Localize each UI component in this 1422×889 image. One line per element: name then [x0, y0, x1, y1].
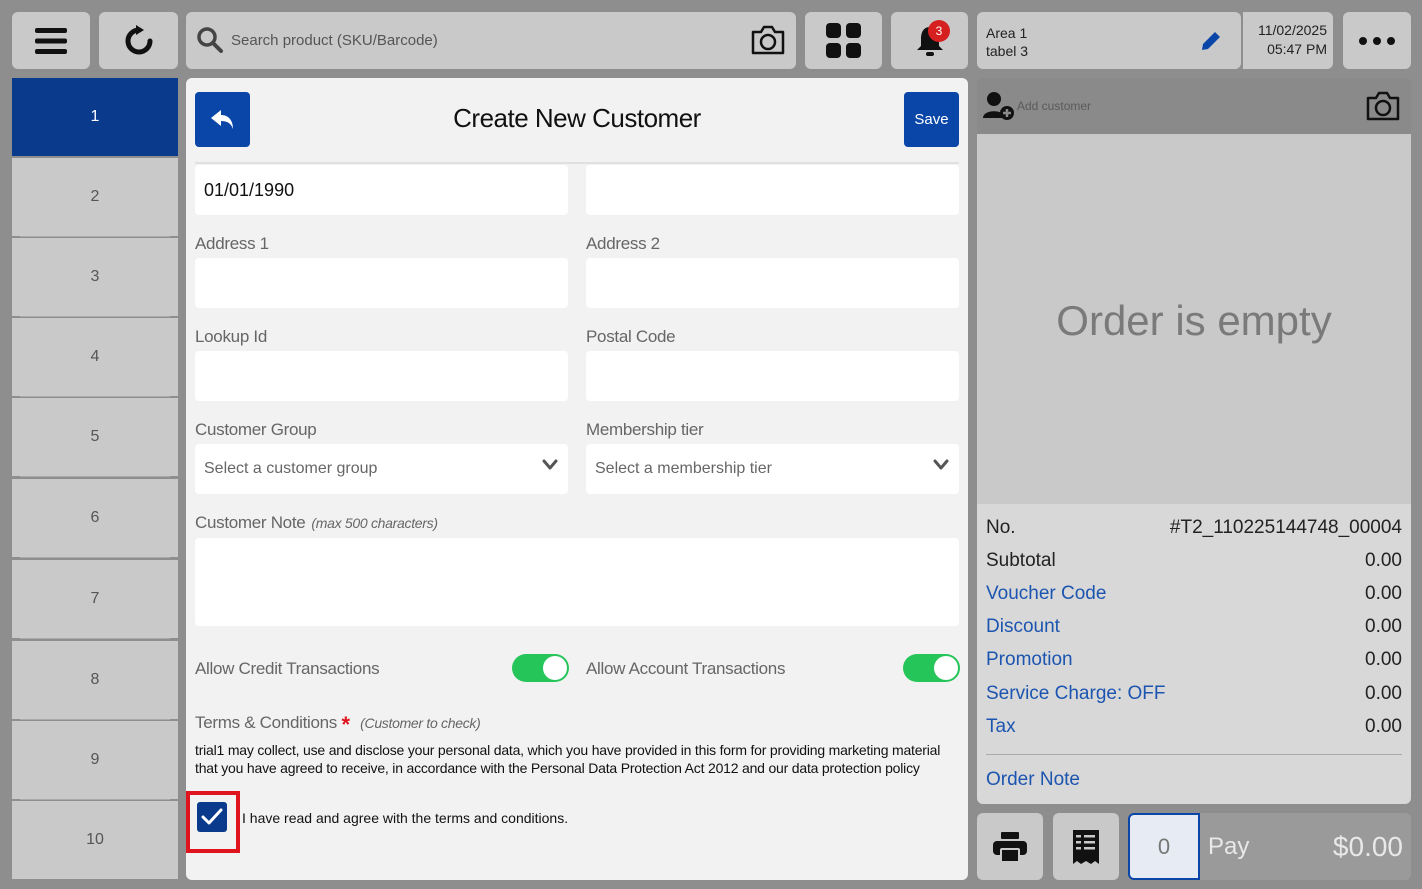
search-icon [197, 27, 223, 53]
table-item-1[interactable]: 1 [12, 78, 178, 156]
address2-label: Address 2 [586, 234, 660, 253]
hamburger-icon [35, 27, 67, 54]
header-divider [195, 162, 959, 164]
add-user-icon [983, 92, 1014, 120]
item-count: 0 [1128, 813, 1200, 880]
chevron-down-icon [933, 459, 949, 470]
customer-note-textarea[interactable] [195, 538, 959, 626]
refresh-icon [125, 24, 152, 54]
customer-note-hint: (max 500 characters) [311, 515, 438, 531]
blank-field[interactable] [586, 165, 959, 215]
summary-divider [986, 754, 1402, 755]
area-table-selector[interactable]: Area 1 tabel 3 [977, 12, 1241, 69]
agree-terms-label: I have read and agree with the terms and… [242, 810, 569, 826]
order-items-area: Order is empty [977, 134, 1411, 504]
camera-icon[interactable] [1365, 90, 1401, 122]
order-note-row[interactable]: Order Note [986, 769, 1402, 791]
camera-icon[interactable] [750, 24, 786, 56]
current-time: 05:47 PM [1267, 41, 1327, 57]
allow-credit-label: Allow Credit Transactions [195, 659, 380, 678]
table-item-4[interactable]: 4 [12, 318, 178, 397]
service-charge-row[interactable]: Service Charge: OFF 0.00 [986, 683, 1402, 705]
more-options-button[interactable] [1343, 12, 1411, 69]
save-button[interactable]: Save [904, 92, 959, 147]
lookup-id-label: Lookup Id [195, 327, 267, 346]
pay-label: Pay [1208, 833, 1250, 860]
tax-row[interactable]: Tax 0.00 [986, 716, 1402, 738]
discount-row[interactable]: Discount 0.00 [986, 616, 1402, 638]
promotion-row[interactable]: Promotion 0.00 [986, 649, 1402, 671]
date-of-birth-field[interactable]: 01/01/1990 [195, 165, 568, 215]
lookup-id-field[interactable] [195, 351, 568, 401]
table-item-5[interactable]: 5 [12, 398, 178, 477]
print-button[interactable] [977, 813, 1043, 880]
apps-grid-button[interactable] [805, 12, 882, 69]
order-empty-text: Order is empty [1056, 297, 1332, 344]
pay-button[interactable]: Pay $0.00 [1200, 813, 1411, 880]
agree-terms-checkbox[interactable] [197, 802, 227, 832]
pencil-icon[interactable] [1199, 29, 1223, 53]
product-search-input[interactable]: Search product (SKU/Barcode) [186, 12, 796, 69]
table-name: tabel 3 [986, 43, 1029, 59]
allow-account-toggle[interactable] [903, 654, 960, 682]
receipt-button[interactable] [1053, 813, 1119, 880]
order-summary: No. #T2_110225144748_00004 Subtotal 0.00 … [977, 504, 1411, 804]
terms-text: trial1 may collect, use and disclose you… [195, 742, 941, 776]
search-placeholder: Search product (SKU/Barcode) [231, 32, 438, 49]
customer-note-label: Customer Note (max 500 characters) [195, 513, 438, 532]
address2-field[interactable] [586, 258, 959, 308]
terms-label: Terms & Conditions * (Customer to check) [195, 712, 481, 737]
subtotal-row: Subtotal 0.00 [986, 550, 1402, 571]
datetime-display: 11/02/2025 05:47 PM [1243, 12, 1333, 69]
customer-group-label: Customer Group [195, 420, 317, 439]
membership-tier-placeholder: Select a membership tier [595, 460, 772, 477]
menu-button[interactable] [12, 12, 90, 69]
grid-icon [825, 22, 861, 58]
refresh-button[interactable] [99, 12, 178, 69]
address1-label: Address 1 [195, 234, 269, 253]
add-customer-placeholder: Add customer [1017, 99, 1092, 113]
order-number-label: No. [986, 517, 1016, 538]
page-title: Create New Customer [453, 103, 701, 133]
order-number-value: #T2_110225144748_00004 [1169, 517, 1402, 538]
address1-field[interactable] [195, 258, 568, 308]
postal-code-field[interactable] [586, 351, 959, 401]
customer-group-select[interactable]: Select a customer group [195, 444, 568, 494]
membership-tier-select[interactable]: Select a membership tier [586, 444, 959, 494]
table-item-3[interactable]: 3 [12, 238, 178, 317]
table-item-7[interactable]: 7 [12, 560, 178, 639]
table-item-9[interactable]: 9 [12, 721, 178, 800]
pay-amount: $0.00 [1332, 831, 1403, 862]
table-item-8[interactable]: 8 [12, 641, 178, 720]
customer-group-placeholder: Select a customer group [204, 460, 378, 477]
voucher-code-row[interactable]: Voucher Code 0.00 [986, 583, 1402, 605]
table-item-2[interactable]: 2 [12, 158, 178, 237]
notification-badge: 3 [928, 20, 950, 42]
postal-code-label: Postal Code [586, 327, 676, 346]
terms-hint: (Customer to check) [360, 715, 481, 731]
order-number-row: No. #T2_110225144748_00004 [986, 517, 1402, 539]
allow-account-label: Allow Account Transactions [586, 659, 786, 678]
notifications-button[interactable]: 3 [891, 12, 968, 69]
checkmark-icon [201, 808, 223, 825]
allow-credit-toggle[interactable] [512, 654, 569, 682]
membership-tier-label: Membership tier [586, 420, 704, 439]
current-date: 11/02/2025 [1257, 22, 1327, 38]
more-dots-icon [1359, 36, 1395, 45]
table-item-6[interactable]: 6 [12, 479, 178, 558]
required-asterisk: * [341, 712, 350, 737]
add-customer-bar[interactable]: Add customer [977, 78, 1411, 134]
printer-icon [993, 831, 1027, 862]
table-item-10[interactable]: 10 [12, 801, 178, 879]
area-name: Area 1 [986, 25, 1028, 41]
create-customer-form: Create New Customer Save 01/01/1990 Addr… [186, 78, 968, 880]
receipt-icon [1073, 829, 1099, 864]
chevron-down-icon [542, 459, 558, 470]
